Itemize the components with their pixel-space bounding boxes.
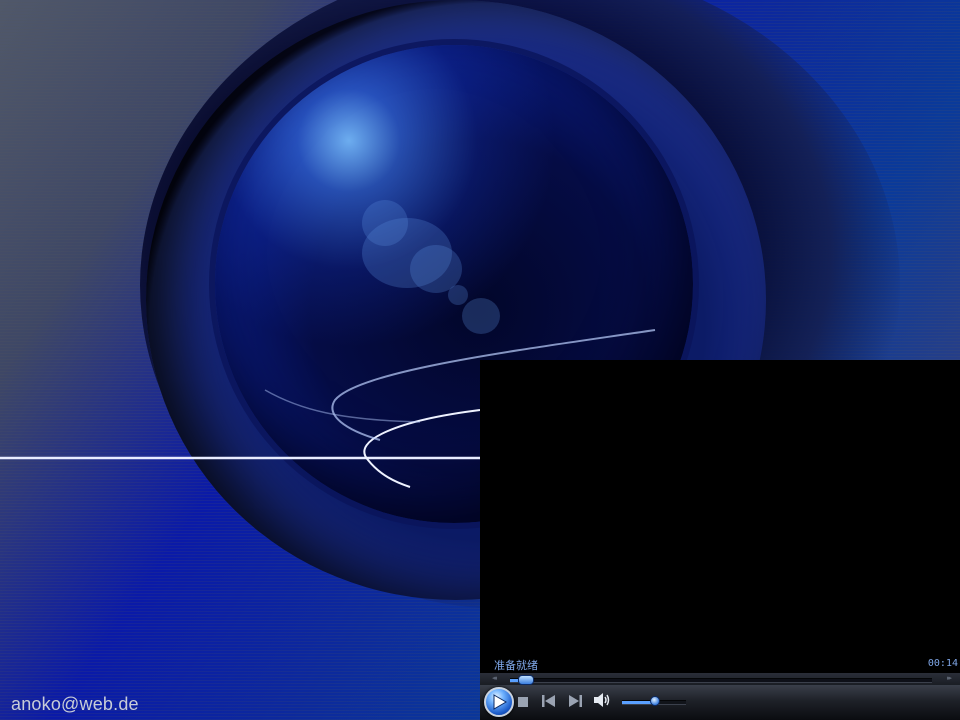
seek-bar[interactable]	[510, 678, 932, 683]
seek-bar-row: ◂◂ ▸▸	[480, 673, 960, 685]
control-bar	[480, 685, 960, 720]
previous-icon[interactable]	[542, 695, 556, 707]
time-display: 00:14	[927, 658, 958, 669]
next-icon[interactable]	[568, 695, 582, 707]
wallpaper-watermark: anoko@web.de	[11, 694, 139, 714]
video-area[interactable]	[480, 360, 960, 672]
seek-back-icon[interactable]: ◂◂	[492, 674, 497, 682]
status-text: 准备就绪	[494, 659, 538, 672]
seek-bar-fill	[510, 679, 519, 682]
media-player: 准备就绪 00:14 ◂◂ ▸▸	[480, 360, 960, 720]
play-button[interactable]	[484, 687, 514, 717]
stop-icon[interactable]	[518, 697, 528, 707]
seek-forward-icon[interactable]: ▸▸	[947, 674, 952, 682]
play-icon	[493, 694, 507, 710]
volume-thumb[interactable]	[650, 696, 660, 706]
seek-thumb[interactable]	[518, 675, 535, 685]
speaker-icon[interactable]	[594, 693, 610, 707]
